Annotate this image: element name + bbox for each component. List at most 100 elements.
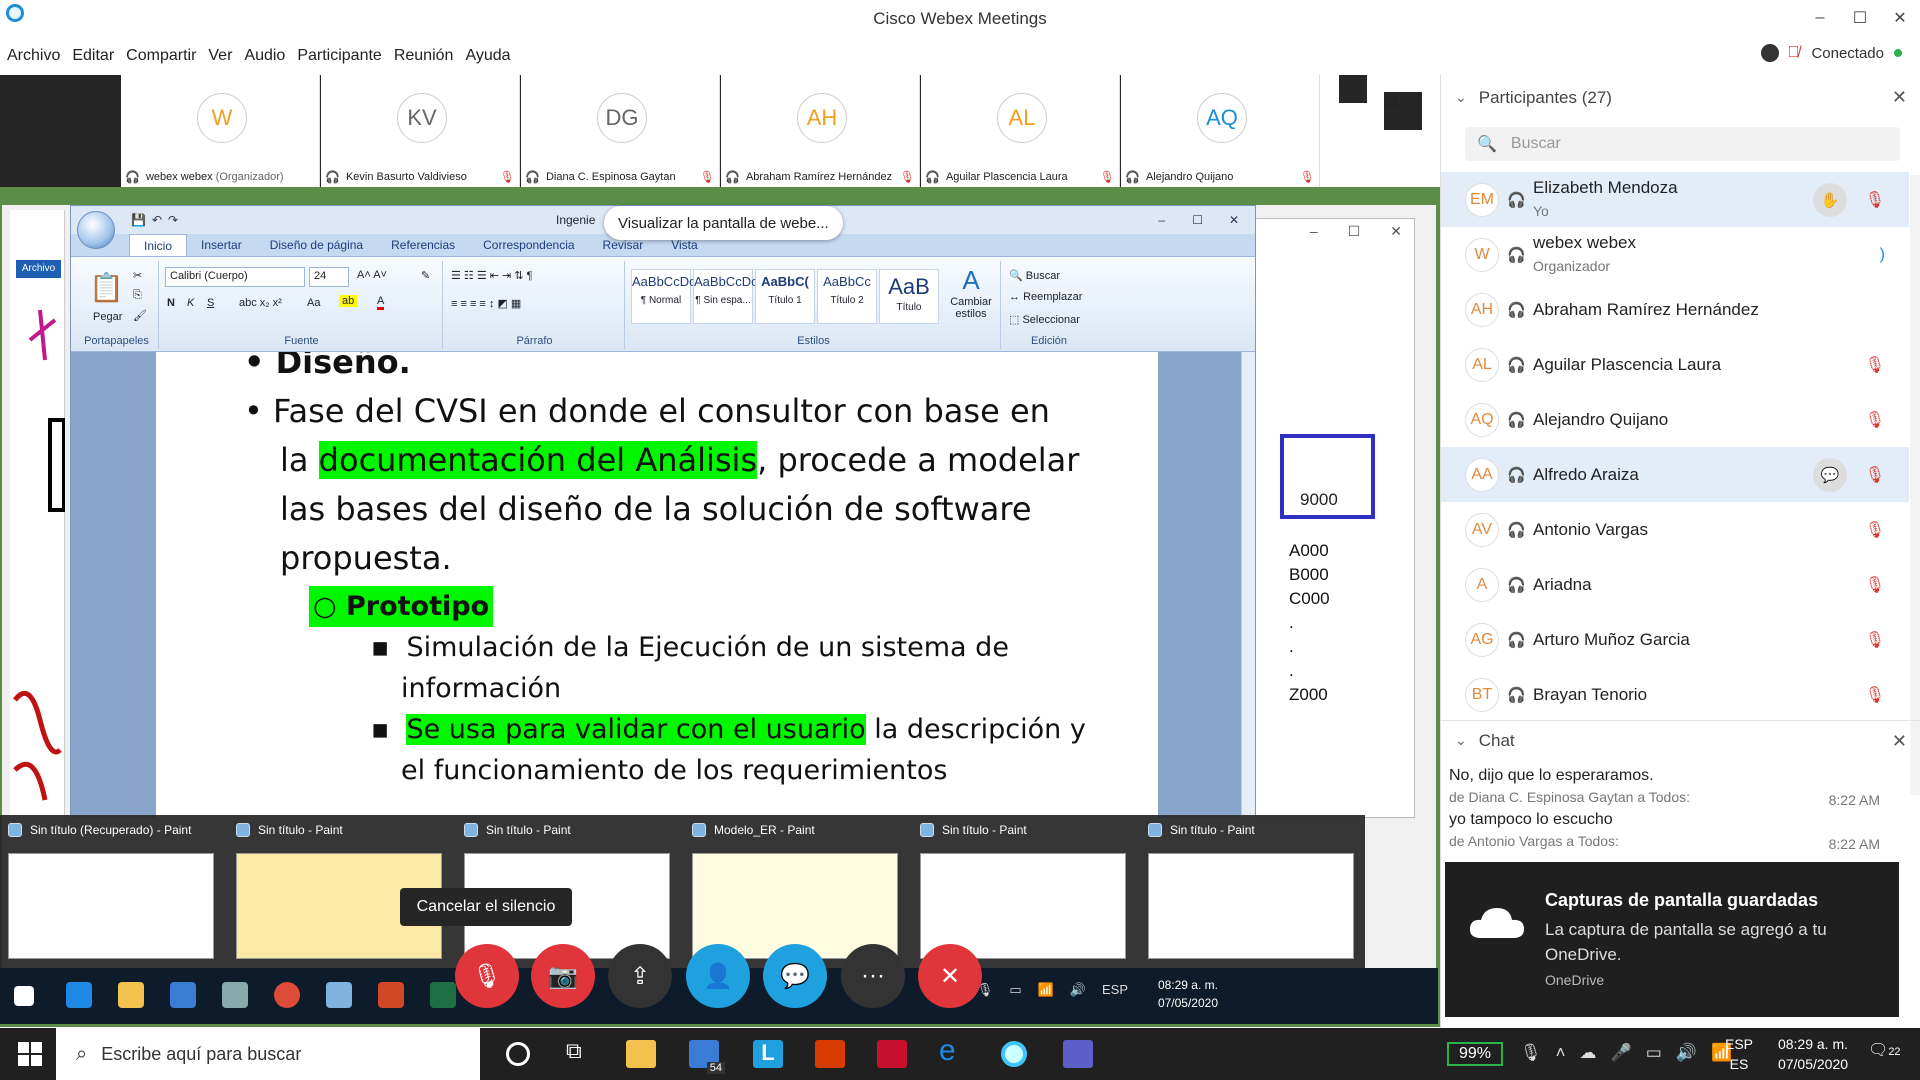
word-close-button[interactable]: ✕ [1229,213,1239,227]
participant-tile[interactable]: DG 🎧 Diana C. Espinosa Gaytan 🎙 [521,75,720,187]
participant-row[interactable]: AL 🎧 Aguilar Plascencia Laura 🎙 [1441,337,1909,392]
minimize-button[interactable]: – [1800,0,1840,36]
style-titulo2[interactable]: AaBbCc Título 2 [817,269,877,324]
menu-audio[interactable]: Audio [244,47,285,65]
muted-mic-icon[interactable]: 🎙 [1865,575,1885,595]
word-minimize-button[interactable]: – [1158,213,1165,227]
participant-tile[interactable]: AL 🎧 Aguilar Plascencia Laura 🎙 [921,75,1120,187]
muted-mic-icon[interactable]: 🎙 [1865,630,1885,650]
clear-format-icon[interactable]: ✎ [421,269,430,282]
redo-icon[interactable]: ↷ [168,213,178,227]
close-participants-icon[interactable]: ✕ [1892,87,1907,108]
format-painter-icon[interactable]: 🖌 [133,309,147,322]
participant-row[interactable]: AQ 🎧 Alejandro Quijano 🎙 [1441,392,1909,447]
bold-icon[interactable]: N [167,297,175,309]
font-size-select[interactable]: 24 [309,267,349,287]
change-case-icon[interactable]: Aa [307,297,320,309]
task-view-icon[interactable]: ⧉ [566,1038,596,1066]
undo-icon[interactable]: ↶ [152,213,162,227]
start-video-button[interactable]: 📷 [531,944,595,1008]
notifications-icon[interactable]: 🗨22 [1868,1040,1901,1060]
chat-button[interactable]: 💬 [763,944,827,1008]
font-color-icon[interactable]: A [377,295,385,310]
participants-header[interactable]: ⌄ Participantes (27) ✕ [1441,75,1920,120]
participant-row[interactable]: A 🎧 Ariadna 🎙 [1441,557,1909,612]
participant-row[interactable]: AV 🎧 Antonio Vargas 🎙 [1441,502,1909,557]
highlight-icon[interactable]: ab [339,295,358,307]
close-chat-icon[interactable]: ✕ [1892,731,1907,752]
chat-bubble-icon[interactable]: 💬 [1813,457,1847,492]
strikethrough-icon[interactable]: abc x₂ x² [239,297,282,309]
cortana-icon[interactable] [506,1042,530,1066]
meeting-info-icon[interactable]: ⓘ [16,92,54,130]
menu-ver[interactable]: Ver [208,47,232,65]
participant-tile[interactable]: AQ 🎧 Alejandro Quijano 🎙 [1121,75,1320,187]
copy-icon[interactable]: ⎘ [133,289,142,302]
office-icon[interactable] [815,1040,845,1068]
style-sin-espaciado[interactable]: AaBbCcDc ¶ Sin espa... [693,269,758,324]
font-name-select[interactable]: Calibri (Cuerpo) [165,267,305,287]
windows-start-icon[interactable] [18,1042,42,1066]
muted-mic-icon[interactable]: 🎙 [1865,465,1885,485]
paste-icon[interactable]: 📋 [89,271,124,304]
view-screen-tooltip[interactable]: Visualizar la pantalla de webe... [604,206,843,240]
style-titulo[interactable]: AaB Título [879,269,939,324]
document-page[interactable]: • Diseño. • Fase del CVSI en donde el co… [156,352,1158,818]
battery-icon[interactable]: ▭ [1646,1043,1662,1063]
unmute-button[interactable]: 🎙 [455,944,519,1008]
muted-mic-icon[interactable]: 🎙 [1865,685,1885,705]
menu-reunion[interactable]: Reunión [394,47,454,65]
close-button[interactable]: ✕ [1880,0,1920,36]
bullets-icon[interactable]: ☰ ☷ ☰ ⇤ ⇥ ⇅ ¶ [451,269,532,282]
chevron-down-icon[interactable]: ⌄ [1455,89,1467,106]
battery-indicator[interactable]: 99% [1447,1042,1503,1066]
menu-participante[interactable]: Participante [297,47,382,65]
tab-diseno-pagina[interactable]: Diseño de página [256,234,377,256]
muted-mic-icon[interactable]: 🎙 [1865,410,1885,430]
language-indicator[interactable]: ESP ES [1725,1034,1753,1074]
share-button[interactable]: ⇪ [608,944,672,1008]
word-maximize-button[interactable]: ☐ [1192,213,1203,227]
strip-prev-arrow-icon[interactable]: ‹ [72,75,100,103]
menu-compartir[interactable]: Compartir [126,47,196,65]
select-button[interactable]: ⬚ Seleccionar [1009,313,1080,326]
align-icons[interactable]: ≡ ≡ ≡ ≡ ↕ ◩ ▦ [451,297,521,310]
grow-font-icon[interactable]: A˄ A˅ [357,269,387,281]
webex-taskbar-icon[interactable] [1001,1041,1027,1067]
taskbar-clock[interactable]: 08:29 a. m. 07/05/2020 [1768,1034,1858,1074]
participant-tile[interactable]: W 🎧 webex webex (Organizador) [121,75,320,187]
style-titulo1[interactable]: AaBbC(Título 1 [755,269,815,324]
tab-referencias[interactable]: Referencias [377,234,469,256]
participant-row[interactable]: BT 🎧 Brayan Tenorio 🎙 [1441,667,1909,722]
mic-icon[interactable]: 🎙 [1520,1043,1542,1063]
tab-insertar[interactable]: Insertar [187,234,256,256]
raise-hand-icon[interactable]: ✋ [1813,182,1847,217]
mcafee-icon[interactable] [877,1040,907,1068]
paste-label[interactable]: Pegar [93,311,122,323]
participant-row[interactable]: AG 🎧 Arturo Muñoz Garcia 🎙 [1441,612,1909,667]
participants-search[interactable]: 🔍 Buscar [1465,127,1900,161]
participant-tile[interactable]: AH 🎧 Abraham Ramírez Hernández 🎙 [721,75,920,187]
onedrive-toast[interactable]: Capturas de pantalla guardadas La captur… [1445,862,1899,1017]
teams-icon[interactable] [1063,1040,1093,1068]
chevron-down-icon[interactable]: ⌄ [1455,732,1467,749]
replace-button[interactable]: ↔ Reemplazar [1009,291,1082,303]
tab-inicio[interactable]: Inicio [129,234,188,256]
participant-tile[interactable]: KV 🎧 Kevin Basurto Valdivieso 🎙 [321,75,520,187]
maximize-button[interactable]: ☐ [1840,0,1880,36]
volume-icon[interactable]: 🔊 [1676,1043,1697,1063]
muted-mic-icon[interactable]: 🎙 [1865,355,1885,375]
italic-icon[interactable]: K [187,297,194,309]
menu-ayuda[interactable]: Ayuda [465,47,510,65]
more-options-button[interactable]: ··· [841,944,905,1008]
participant-row[interactable]: AH 🎧 Abraham Ramírez Hernández [1441,282,1909,337]
mail-icon[interactable]: 54 [689,1040,725,1074]
participants-button[interactable]: 👤 [686,944,750,1008]
document-scrollbar[interactable] [1241,352,1255,818]
menu-archivo[interactable]: Archivo [7,47,60,65]
taskbar-search[interactable]: ⌕ Escribe aquí para buscar [56,1028,480,1080]
style-normal[interactable]: AaBbCcDc ¶ Normal [631,269,696,324]
onedrive-icon[interactable]: ☁ [1580,1043,1597,1063]
microphone-icon[interactable]: 🎤 [1611,1043,1632,1063]
change-styles-button[interactable]: A Cambiar estilos [945,265,997,320]
